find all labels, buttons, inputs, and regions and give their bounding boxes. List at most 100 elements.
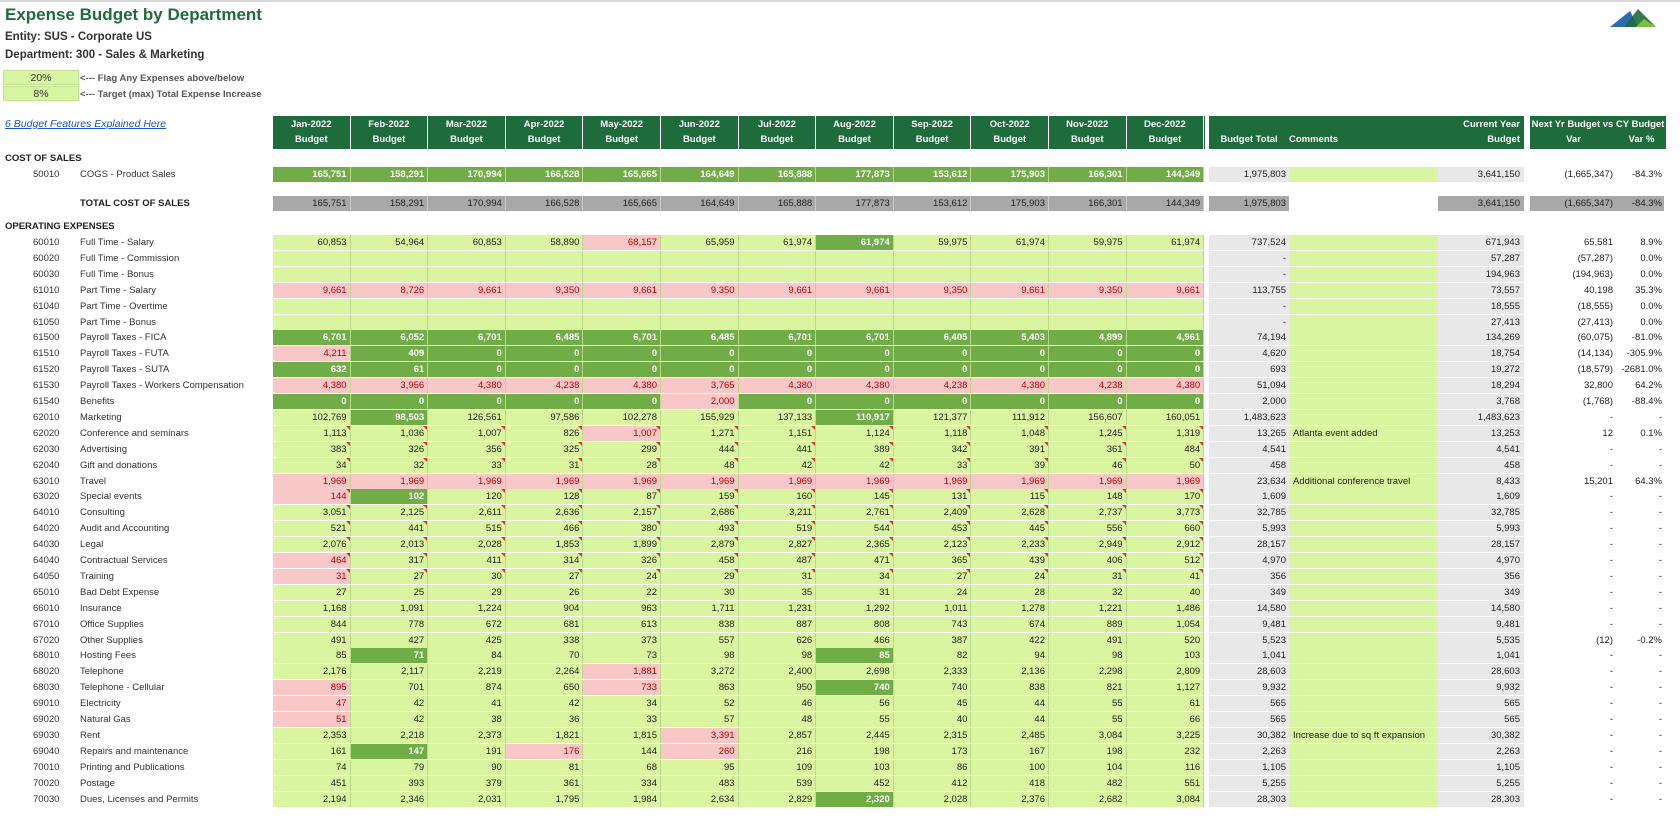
month-budget-cell[interactable]: 115 bbox=[971, 489, 1049, 505]
month-budget-cell[interactable]: 28 bbox=[583, 457, 661, 473]
month-budget-cell[interactable]: 58,890 bbox=[505, 235, 584, 250]
month-budget-cell[interactable]: 33 bbox=[893, 457, 972, 473]
month-budget-cell[interactable]: 30 bbox=[661, 584, 739, 600]
month-budget-cell[interactable]: 87 bbox=[583, 489, 661, 505]
month-budget-cell[interactable]: 2,353 bbox=[273, 727, 351, 743]
month-budget-cell[interactable]: 418 bbox=[971, 775, 1049, 791]
month-budget-cell[interactable]: 519 bbox=[738, 521, 817, 537]
comment-cell[interactable] bbox=[1289, 600, 1438, 616]
month-budget-cell[interactable]: 260 bbox=[661, 743, 739, 759]
month-budget-cell[interactable]: 73 bbox=[583, 648, 661, 664]
month-budget-cell[interactable]: 365 bbox=[893, 553, 972, 568]
month-budget-cell[interactable]: 48 bbox=[738, 712, 817, 727]
month-budget-cell[interactable] bbox=[738, 314, 817, 330]
month-budget-cell[interactable]: 425 bbox=[428, 632, 506, 648]
month-budget-cell[interactable]: 2,136 bbox=[971, 664, 1049, 680]
month-budget-cell[interactable]: 70 bbox=[505, 648, 584, 664]
month-budget-cell[interactable]: 1,969 bbox=[1049, 473, 1127, 489]
month-budget-cell[interactable]: 85 bbox=[273, 648, 351, 664]
month-budget-cell[interactable]: 0 bbox=[1049, 394, 1127, 409]
comment-cell[interactable]: Atlanta event added bbox=[1289, 425, 1438, 441]
month-budget-cell[interactable]: 81 bbox=[505, 759, 584, 775]
month-budget-cell[interactable]: 31 bbox=[738, 568, 817, 584]
month-budget-cell[interactable]: 1,036 bbox=[350, 425, 429, 441]
month-budget-cell[interactable]: 85 bbox=[816, 648, 894, 664]
month-budget-cell[interactable] bbox=[893, 266, 972, 282]
month-budget-cell[interactable]: 1,969 bbox=[816, 473, 894, 489]
month-budget-cell[interactable] bbox=[1126, 314, 1205, 330]
month-budget-cell[interactable] bbox=[893, 250, 972, 266]
month-budget-cell[interactable] bbox=[816, 298, 894, 314]
month-budget-cell[interactable]: 9,661 bbox=[273, 282, 351, 298]
month-budget-cell[interactable]: 144 bbox=[583, 743, 661, 759]
month-budget-cell[interactable]: 27 bbox=[273, 584, 351, 600]
month-budget-cell[interactable] bbox=[428, 266, 506, 282]
month-budget-cell[interactable]: 9,661 bbox=[971, 282, 1049, 298]
month-budget-cell[interactable]: 2,076 bbox=[273, 537, 351, 553]
month-budget-cell[interactable]: 2,809 bbox=[1126, 664, 1205, 680]
month-budget-cell[interactable]: 2,031 bbox=[428, 791, 506, 807]
month-budget-cell[interactable]: 46 bbox=[1049, 457, 1127, 473]
month-budget-cell[interactable]: 2,400 bbox=[738, 664, 817, 680]
comment-cell[interactable] bbox=[1289, 330, 1438, 346]
month-budget-cell[interactable] bbox=[505, 266, 584, 282]
comment-cell[interactable] bbox=[1289, 521, 1438, 537]
month-budget-cell[interactable] bbox=[816, 250, 894, 266]
month-budget-cell[interactable]: 71 bbox=[350, 648, 429, 664]
month-budget-cell[interactable]: 31 bbox=[273, 568, 351, 584]
month-budget-cell[interactable]: 1,091 bbox=[350, 600, 429, 616]
month-budget-cell[interactable]: 59,975 bbox=[893, 235, 972, 250]
month-budget-cell[interactable]: 411 bbox=[428, 553, 506, 568]
month-budget-cell[interactable]: 68,157 bbox=[583, 235, 661, 250]
month-budget-cell[interactable]: 59,975 bbox=[1049, 235, 1127, 250]
month-budget-cell[interactable]: 164,649 bbox=[661, 167, 739, 182]
month-budget-cell[interactable]: 24 bbox=[971, 568, 1049, 584]
month-budget-cell[interactable]: 52 bbox=[661, 696, 739, 712]
month-budget-cell[interactable]: 61,974 bbox=[816, 235, 894, 250]
comment-cell[interactable] bbox=[1289, 409, 1438, 425]
month-budget-cell[interactable]: 1,881 bbox=[583, 664, 661, 680]
month-budget-cell[interactable]: 0 bbox=[1049, 346, 1127, 362]
month-budget-cell[interactable]: 733 bbox=[583, 680, 661, 696]
month-budget-cell[interactable]: 61 bbox=[1126, 696, 1205, 712]
month-budget-cell[interactable]: 126,561 bbox=[428, 409, 506, 425]
month-budget-cell[interactable]: 48 bbox=[661, 457, 739, 473]
month-budget-cell[interactable]: 1,271 bbox=[661, 425, 739, 441]
month-budget-cell[interactable]: 1,118 bbox=[893, 425, 972, 441]
month-budget-cell[interactable]: 128 bbox=[505, 489, 584, 505]
month-budget-cell[interactable]: 556 bbox=[1049, 521, 1127, 537]
month-budget-cell[interactable]: 198 bbox=[1049, 743, 1127, 759]
month-budget-cell[interactable]: 165,888 bbox=[738, 167, 817, 182]
month-budget-cell[interactable]: 2,176 bbox=[273, 664, 351, 680]
month-budget-cell[interactable]: 160,051 bbox=[1126, 409, 1205, 425]
month-budget-cell[interactable]: 0 bbox=[816, 362, 894, 378]
month-budget-cell[interactable] bbox=[583, 298, 661, 314]
month-budget-cell[interactable]: 1,224 bbox=[428, 600, 506, 616]
month-budget-cell[interactable]: 521 bbox=[273, 521, 351, 537]
month-budget-cell[interactable]: 2,628 bbox=[971, 505, 1049, 521]
month-budget-cell[interactable]: 1,124 bbox=[816, 425, 894, 441]
month-budget-cell[interactable] bbox=[661, 314, 739, 330]
month-budget-cell[interactable]: 4,899 bbox=[1049, 330, 1127, 346]
month-budget-cell[interactable]: 24 bbox=[583, 568, 661, 584]
month-budget-cell[interactable]: 2,445 bbox=[816, 727, 894, 743]
month-budget-cell[interactable]: 2,611 bbox=[428, 505, 506, 521]
month-budget-cell[interactable]: 778 bbox=[350, 616, 429, 632]
month-budget-cell[interactable]: 0 bbox=[738, 346, 817, 362]
month-budget-cell[interactable]: 626 bbox=[738, 632, 817, 648]
month-budget-cell[interactable]: 466 bbox=[505, 521, 584, 537]
month-budget-cell[interactable]: 9,661 bbox=[583, 282, 661, 298]
month-budget-cell[interactable]: 36 bbox=[505, 712, 584, 727]
comment-cell[interactable] bbox=[1289, 696, 1438, 712]
month-budget-cell[interactable]: 165,665 bbox=[583, 167, 661, 182]
month-budget-cell[interactable]: 9,350 bbox=[893, 282, 972, 298]
month-budget-cell[interactable]: 2,761 bbox=[816, 505, 894, 521]
month-budget-cell[interactable]: 61,974 bbox=[1126, 235, 1205, 250]
month-budget-cell[interactable] bbox=[738, 266, 817, 282]
month-budget-cell[interactable]: 808 bbox=[816, 616, 894, 632]
month-budget-cell[interactable]: 109 bbox=[738, 759, 817, 775]
month-budget-cell[interactable] bbox=[971, 266, 1049, 282]
month-budget-cell[interactable]: 0 bbox=[816, 346, 894, 362]
month-budget-cell[interactable]: 4,961 bbox=[1126, 330, 1205, 346]
month-budget-cell[interactable]: 0 bbox=[505, 394, 584, 409]
